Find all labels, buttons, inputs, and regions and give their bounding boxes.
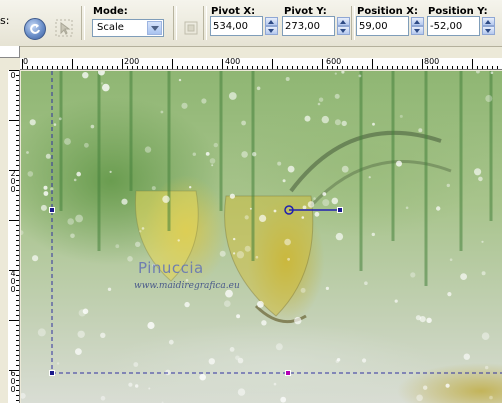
position-y-down-button[interactable] (482, 26, 495, 35)
chevron-down-icon[interactable] (147, 21, 162, 35)
bounding-box-handle-bottom-left[interactable] (49, 370, 55, 376)
horizontal-ruler[interactable]: 0 200 400 600 800 (20, 58, 502, 70)
ruler-h-label: 600 (326, 58, 342, 66)
pivot-x-stepper[interactable] (210, 16, 278, 38)
ruler-ticks (9, 70, 19, 401)
bounding-box-handle-left[interactable] (49, 207, 55, 213)
reset-arrow-icon (30, 23, 40, 34)
pivot-x-down-button[interactable] (265, 26, 278, 35)
mode-select-value: Scale (97, 22, 124, 33)
ruler-h-label: 400 (225, 58, 241, 66)
bounding-box-handle-bottom[interactable] (285, 370, 291, 376)
pivot-handle[interactable] (337, 207, 343, 213)
window-edge (0, 58, 8, 403)
watermark-name: Pinuccia (138, 259, 204, 277)
position-x-input[interactable] (356, 16, 409, 36)
pivot-y-input[interactable] (282, 16, 335, 36)
rotate-square-icon[interactable] (182, 19, 200, 37)
mode-label: Mode: (93, 6, 128, 17)
toolbar-separator (203, 6, 207, 40)
position-y-up-button[interactable] (482, 17, 495, 26)
position-y-input[interactable] (427, 16, 480, 36)
pivot-x-input[interactable] (210, 16, 263, 36)
toolbar-edge-label: s: (0, 14, 10, 27)
toolbar-separator (81, 6, 85, 40)
position-x-stepper[interactable] (356, 16, 424, 38)
pivot-y-up-button[interactable] (337, 17, 350, 26)
reset-button[interactable] (24, 18, 46, 40)
ruler-h-label: 200 (124, 58, 140, 66)
canvas-artwork (21, 71, 502, 403)
ruler-corner (0, 46, 20, 58)
ruler-v-label: 600 (10, 369, 16, 394)
image-canvas[interactable]: Pinuccia www.maidiregrafica.eu (21, 71, 502, 403)
select-cursor-icon[interactable] (55, 19, 73, 37)
tool-options-toolbar: s: Mode: Scale Pivot X: Pivot Y: Positio… (0, 0, 502, 47)
ruler-v-label: 400 (10, 269, 16, 294)
ruler-v-label: 0 (10, 71, 16, 80)
vertical-ruler[interactable]: 0 200 400 600 (8, 70, 20, 403)
pivot-y-down-button[interactable] (337, 26, 350, 35)
pivot-y-stepper[interactable] (282, 16, 350, 38)
position-y-stepper[interactable] (427, 16, 495, 38)
toolbar-separator (173, 6, 177, 40)
toolbar-separator (351, 6, 355, 40)
ruler-h-label: 0 (23, 58, 29, 66)
watermark-url: www.maidiregrafica.eu (134, 281, 240, 291)
ruler-h-label: 800 (424, 58, 440, 66)
position-x-down-button[interactable] (411, 26, 424, 35)
mode-select[interactable]: Scale (92, 19, 164, 37)
ruler-v-label: 200 (10, 169, 16, 194)
position-x-up-button[interactable] (411, 17, 424, 26)
pivot-x-up-button[interactable] (265, 17, 278, 26)
